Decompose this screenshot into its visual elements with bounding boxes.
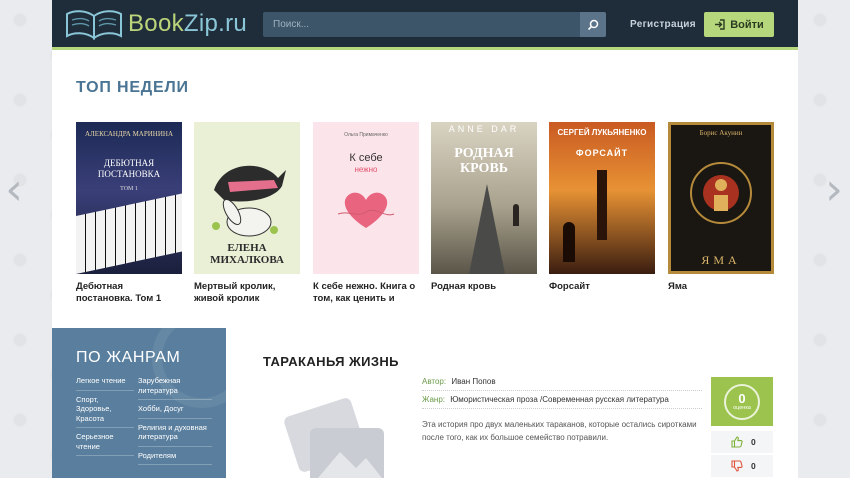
ornament-illustration — [690, 162, 752, 224]
cover-author: Борис Акунин — [699, 129, 743, 137]
carousel-next-arrow[interactable]: › — [822, 168, 846, 212]
genre-link[interactable]: Серьезное чтение — [76, 432, 134, 456]
like-button[interactable]: 0 — [711, 431, 773, 453]
book-card[interactable]: АЛЕКСАНДРА МАРИНИНА ДЕБЮТНАЯ ПОСТАНОВКА … — [76, 122, 182, 305]
login-button[interactable]: Войти — [704, 12, 774, 37]
cover-author: СЕРГЕЙ ЛУКЬЯНЕНКО — [557, 128, 647, 137]
book-title: Родная кровь — [431, 281, 497, 292]
genre-value[interactable]: Юмористическая проза /Современная русска… — [450, 395, 669, 404]
login-label: Войти — [730, 18, 764, 31]
road-illustration — [469, 184, 505, 274]
book-title: Мертвый кролик, живой кролик — [194, 281, 276, 304]
heart-illustration — [337, 192, 395, 228]
logo-text: BookZip.ru — [128, 10, 247, 38]
search-icon — [587, 19, 599, 30]
genres-column-1: Легкое чтение Спорт, Здоровье, Красота С… — [76, 376, 134, 460]
open-book-icon — [66, 10, 122, 40]
tower-illustration — [597, 170, 607, 240]
cover-author: ЕЛЕНА МИХАЛКОВА — [210, 242, 284, 266]
rating-box: 0 оценка — [711, 377, 773, 426]
rating-value: 0 — [738, 390, 746, 406]
top-week-title: ТОП НЕДЕЛИ — [76, 79, 189, 96]
rating-circle: 0 оценка — [724, 383, 760, 420]
cover-author: АЛЕКСАНДРА МАРИНИНА — [84, 130, 174, 138]
cover-title: К себе — [349, 152, 383, 164]
site-header: BookZip.ru Регистрация Войти — [52, 0, 798, 50]
carousel-prev-arrow[interactable]: ‹ — [2, 168, 26, 212]
genre-link[interactable]: Хобби, Досуг — [138, 404, 212, 419]
dislike-button[interactable]: 0 — [711, 455, 773, 477]
genre-link[interactable]: Легкое чтение — [76, 376, 134, 391]
rabbit-illustration — [212, 165, 286, 237]
cover-author: Ольга Примаченко — [344, 132, 388, 138]
genres-sidebar: ПО ЖАНРАМ Легкое чтение Спорт, Здоровье,… — [52, 328, 226, 478]
figure-illustration — [513, 204, 519, 226]
book-cover: Борис Акунин ЯМА — [668, 122, 774, 274]
book-author-line: Автор: Иван Попов — [422, 377, 702, 391]
genre-link[interactable]: Спорт, Здоровье, Красота — [76, 395, 134, 428]
book-cover: Ольга Примаченко К себе нежно — [313, 122, 419, 274]
book-detail-title[interactable]: ТАРАКАНЬЯ ЖИЗНЬ — [263, 354, 399, 369]
cover-title: ДЕБЮТНАЯ ПОСТАНОВКА — [97, 158, 161, 179]
cover-title: РОДНАЯ КРОВЬ — [454, 146, 514, 176]
book-title: Форсайт — [549, 281, 590, 292]
logo-text-zip: Zip.ru — [183, 10, 248, 37]
thumbs-up-icon — [731, 436, 743, 448]
book-cover: ЕЛЕНА МИХАЛКОВА — [194, 122, 300, 274]
cover-author: ANNE DAR — [448, 124, 520, 134]
cover-title: ЯМА — [701, 253, 741, 267]
book-card[interactable]: Борис Акунин ЯМА Яма — [668, 122, 774, 293]
rating-label: оценка — [733, 404, 751, 411]
book-title: Яма — [668, 281, 688, 292]
book-genre-line: Жанр: Юмористическая проза /Современная … — [422, 395, 702, 409]
logo-text-book: Book — [128, 10, 184, 37]
cover-subtitle: нежно — [354, 165, 378, 174]
book-card[interactable]: Ольга Примаченко К себе нежно К себе неж… — [313, 122, 419, 305]
figure-illustration — [563, 222, 575, 262]
site-logo[interactable]: BookZip.ru — [64, 6, 247, 42]
book-title: Дебютная постановка. Том 1 — [76, 281, 162, 304]
like-count: 0 — [751, 437, 756, 447]
register-link[interactable]: Регистрация — [630, 19, 696, 30]
search-input[interactable] — [263, 12, 606, 37]
login-icon — [715, 19, 725, 30]
cover-subtitle: ТОМ 1 — [120, 186, 138, 192]
page-container: BookZip.ru Регистрация Войти ТОП НЕДЕЛИ … — [52, 0, 798, 478]
book-title: К себе нежно. Книга о том, как ценить и — [313, 281, 416, 304]
book-card[interactable]: СЕРГЕЙ ЛУКЬЯНЕНКО ФОРСАЙТ Форсайт — [549, 122, 655, 293]
genre-label: Жанр: — [422, 395, 446, 404]
book-cover: АЛЕКСАНДРА МАРИНИНА ДЕБЮТНАЯ ПОСТАНОВКА … — [76, 122, 182, 274]
genres-title: ПО ЖАНРАМ — [76, 349, 181, 366]
author-label: Автор: — [422, 377, 447, 386]
book-description: Эта история про двух маленьких тараканов… — [422, 420, 697, 442]
dislike-count: 0 — [751, 461, 756, 471]
book-cover: СЕРГЕЙ ЛУКЬЯНЕНКО ФОРСАЙТ — [549, 122, 655, 274]
genre-link[interactable]: Зарубежная литература — [138, 376, 212, 400]
book-card[interactable]: ЕЛЕНА МИХАЛКОВА Мертвый кролик, живой кр… — [194, 122, 300, 305]
piano-keys-illustration — [76, 193, 182, 274]
genres-column-2: Зарубежная литература Хобби, Досуг Религ… — [138, 376, 212, 469]
genre-link[interactable]: Религия и духовная литература — [138, 423, 212, 447]
book-cover: ANNE DAR РОДНАЯ КРОВЬ — [431, 122, 537, 274]
thumbs-down-icon — [731, 460, 743, 472]
cover-title: ФОРСАЙТ — [575, 148, 629, 158]
book-card[interactable]: ANNE DAR РОДНАЯ КРОВЬ Родная кровь — [431, 122, 537, 293]
author-value[interactable]: Иван Попов — [451, 377, 495, 386]
search-button[interactable] — [580, 12, 606, 37]
image-placeholder-icon — [284, 398, 384, 478]
genre-link[interactable]: Родителям — [138, 451, 212, 465]
